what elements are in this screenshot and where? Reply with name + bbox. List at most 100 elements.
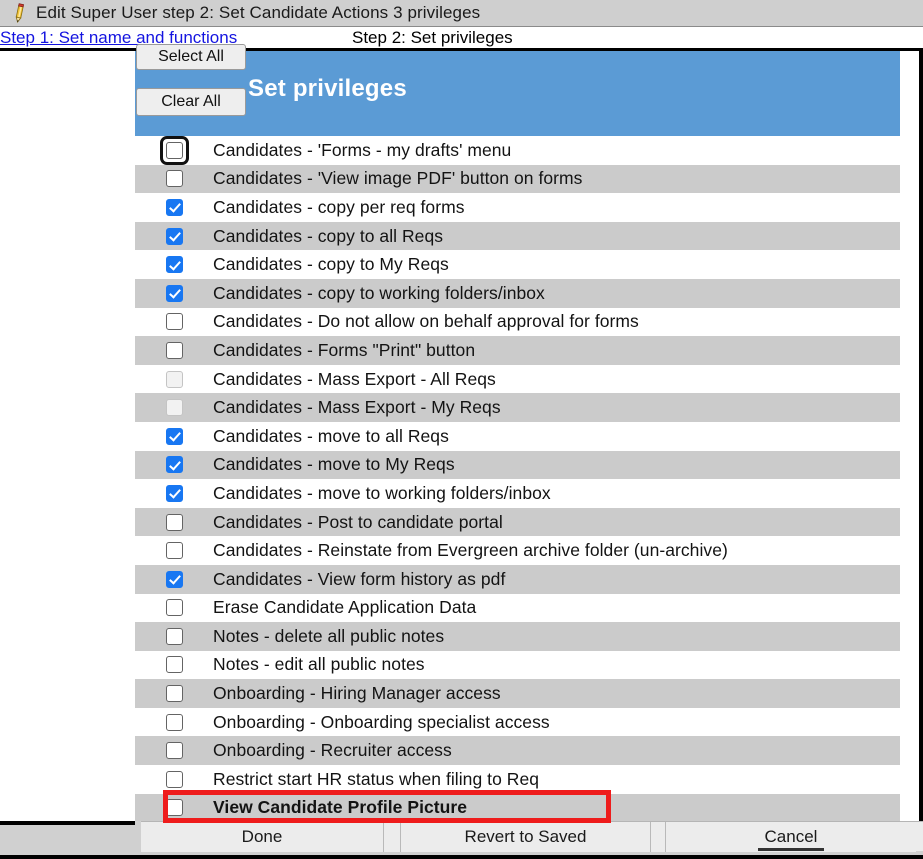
privilege-row[interactable]: Candidates - Mass Export - My Reqs xyxy=(135,393,900,422)
privilege-checkbox[interactable] xyxy=(165,542,183,560)
privilege-row[interactable]: Candidates - copy to working folders/inb… xyxy=(135,278,900,308)
privilege-label: Candidates - Mass Export - All Reqs xyxy=(213,368,496,389)
privilege-checkbox[interactable] xyxy=(165,570,183,588)
privilege-checkbox-cell xyxy=(135,427,213,445)
privilege-checkbox-cell xyxy=(135,770,213,788)
cancel-button[interactable]: Cancel xyxy=(666,822,916,852)
privilege-checkbox-cell xyxy=(135,135,213,165)
privilege-row[interactable]: Onboarding - Recruiter access xyxy=(135,736,900,766)
right-border xyxy=(919,51,923,821)
privilege-label: Candidates - move to My Reqs xyxy=(213,454,455,475)
privilege-checkbox-cell xyxy=(135,685,213,703)
privilege-checkbox[interactable] xyxy=(165,484,183,502)
privilege-label: Notes - edit all public notes xyxy=(213,654,425,675)
bottom-toolbar: Done Revert to Saved Cancel xyxy=(0,821,923,859)
privilege-checkbox[interactable] xyxy=(165,656,183,674)
privilege-checkbox-cell xyxy=(135,227,213,245)
privilege-list: Candidates - 'Forms - my drafts' menu Can… xyxy=(135,135,900,821)
window-title: Edit Super User step 2: Set Candidate Ac… xyxy=(36,3,481,22)
select-all-button[interactable]: Select All xyxy=(136,44,246,70)
privilege-checkbox[interactable] xyxy=(165,141,183,159)
privilege-label: Candidates - Reinstate from Evergreen ar… xyxy=(213,540,728,561)
privilege-checkbox-cell xyxy=(135,170,213,188)
banner-title: Set privileges xyxy=(248,75,407,102)
privilege-checkbox xyxy=(165,370,183,388)
cancel-button-label: Cancel xyxy=(764,827,818,846)
privilege-checkbox xyxy=(165,399,183,417)
privilege-label: Candidates - copy to all Reqs xyxy=(213,225,444,246)
privilege-checkbox[interactable] xyxy=(165,742,183,760)
privilege-label: Candidates - move to all Reqs xyxy=(213,425,449,446)
left-margin xyxy=(0,51,135,821)
privilege-row[interactable]: Candidates - View form history as pdf xyxy=(135,564,900,594)
edit-super-user-window: Edit Super User step 2: Set Candidate Ac… xyxy=(0,0,923,859)
privilege-checkbox-cell xyxy=(135,370,213,388)
privilege-checkbox[interactable] xyxy=(165,427,183,445)
privilege-checkbox[interactable] xyxy=(165,313,183,331)
privilege-label: Candidates - Do not allow on behalf appr… xyxy=(213,311,639,332)
privilege-row[interactable]: Candidates - Mass Export - All Reqs xyxy=(135,364,900,394)
privilege-checkbox[interactable] xyxy=(165,256,183,274)
privilege-checkbox-cell xyxy=(135,484,213,502)
privilege-row[interactable]: Candidates - Forms "Print" button xyxy=(135,336,900,365)
privilege-label: Candidates - Mass Export - My Reqs xyxy=(213,397,501,418)
privilege-row[interactable]: Candidates - Do not allow on behalf appr… xyxy=(135,307,900,337)
privilege-checkbox[interactable] xyxy=(165,341,183,359)
clear-all-button[interactable]: Clear All xyxy=(136,88,246,116)
privilege-checkbox[interactable] xyxy=(165,713,183,731)
privilege-checkbox[interactable] xyxy=(165,170,183,188)
privilege-checkbox[interactable] xyxy=(165,685,183,703)
privilege-checkbox[interactable] xyxy=(165,284,183,302)
privilege-row[interactable]: Candidates - copy per req forms xyxy=(135,193,900,222)
panel-banner: Set privileges xyxy=(135,51,900,136)
privilege-row[interactable]: Candidates - move to all Reqs xyxy=(135,421,900,451)
privilege-checkbox[interactable] xyxy=(165,198,183,216)
privilege-label: Candidates - 'View image PDF' button on … xyxy=(213,168,583,189)
privilege-checkbox[interactable] xyxy=(165,799,183,817)
privilege-checkbox-cell xyxy=(135,542,213,560)
privilege-row[interactable]: Erase Candidate Application Data xyxy=(135,593,900,623)
privilege-checkbox[interactable] xyxy=(165,770,183,788)
privilege-row[interactable]: Candidates - move to working folders/inb… xyxy=(135,479,900,508)
privilege-checkbox-cell xyxy=(135,799,213,817)
privilege-row[interactable]: Candidates - Reinstate from Evergreen ar… xyxy=(135,536,900,565)
privilege-row[interactable]: Onboarding - Hiring Manager access xyxy=(135,679,900,708)
privilege-checkbox-cell xyxy=(135,456,213,474)
privilege-row[interactable]: Notes - edit all public notes xyxy=(135,650,900,680)
privilege-row[interactable]: Candidates - 'View image PDF' button on … xyxy=(135,164,900,194)
privilege-checkbox[interactable] xyxy=(165,227,183,245)
privilege-row[interactable]: Restrict start HR status when filing to … xyxy=(135,765,900,794)
privileges-panel: Set privileges Candidates - 'Forms - my … xyxy=(135,51,900,821)
window-title-bar: Edit Super User step 2: Set Candidate Ac… xyxy=(0,0,923,27)
privilege-checkbox[interactable] xyxy=(165,599,183,617)
privilege-label: Candidates - Forms "Print" button xyxy=(213,339,476,360)
privilege-label: Candidates - copy to My Reqs xyxy=(213,254,449,275)
privilege-row[interactable]: Onboarding - Onboarding specialist acces… xyxy=(135,707,900,737)
privilege-row[interactable]: Candidates - copy to all Reqs xyxy=(135,221,900,251)
privilege-checkbox[interactable] xyxy=(165,513,183,531)
toolbar-bottom-edge xyxy=(0,855,923,859)
privilege-checkbox[interactable] xyxy=(165,456,183,474)
done-button[interactable]: Done xyxy=(141,822,384,852)
pencil-icon xyxy=(15,3,25,23)
privilege-checkbox-cell xyxy=(135,284,213,302)
privilege-row[interactable]: Candidates - Post to candidate portal xyxy=(135,507,900,537)
privilege-row[interactable]: Candidates - move to My Reqs xyxy=(135,450,900,480)
privilege-checkbox-cell xyxy=(135,513,213,531)
privilege-label: Candidates - Post to candidate portal xyxy=(213,511,503,532)
toolbar-left-edge xyxy=(0,821,135,825)
privilege-checkbox[interactable] xyxy=(165,627,183,645)
privilege-label: Candidates - 'Forms - my drafts' menu xyxy=(213,139,512,160)
privilege-checkbox-cell xyxy=(135,399,213,417)
privilege-row[interactable]: Candidates - 'Forms - my drafts' menu xyxy=(135,135,900,165)
privilege-checkbox-cell xyxy=(135,570,213,588)
privilege-row[interactable]: Candidates - copy to My Reqs xyxy=(135,250,900,279)
privilege-row[interactable]: View Candidate Profile Picture xyxy=(135,793,900,821)
revert-to-saved-button[interactable]: Revert to Saved xyxy=(401,822,651,852)
privilege-row[interactable]: Notes - delete all public notes xyxy=(135,622,900,651)
cancel-focus-indicator xyxy=(758,848,824,851)
privilege-label: Notes - delete all public notes xyxy=(213,625,445,646)
privilege-label: Candidates - copy per req forms xyxy=(213,196,465,217)
privilege-label: Restrict start HR status when filing to … xyxy=(213,768,540,789)
privilege-label: Onboarding - Recruiter access xyxy=(213,740,452,761)
